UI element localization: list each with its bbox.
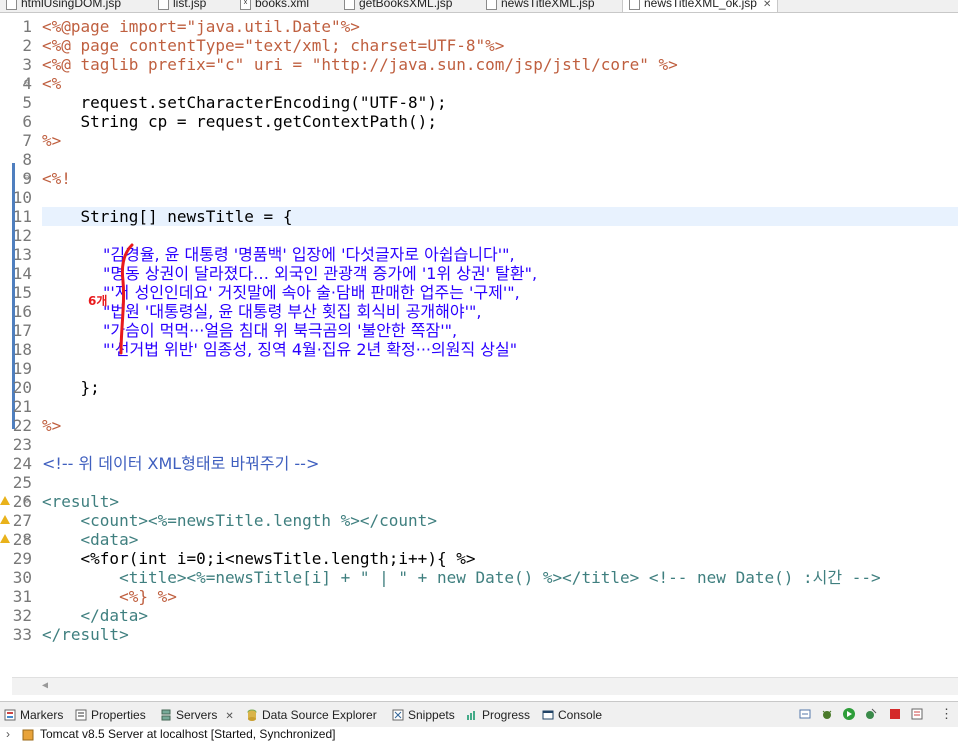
- jsp-file-icon: [6, 0, 17, 11]
- jsp-file-icon: [486, 0, 497, 11]
- collapse-all-icon[interactable]: [798, 707, 812, 721]
- bottom-panel-tabs: Markers Properties Servers ✕ Data Source …: [0, 701, 958, 727]
- annotation-bracket: [119, 243, 134, 355]
- server-list-row[interactable]: › Tomcat v8.5 Server at localhost [Start…: [0, 727, 958, 742]
- snippets-icon: [392, 709, 404, 721]
- tab-data-source-explorer[interactable]: Data Source Explorer: [246, 707, 377, 723]
- tomcat-server-icon: [22, 729, 34, 741]
- close-icon[interactable]: ✕: [225, 711, 233, 722]
- tab-progress[interactable]: Progress: [466, 707, 530, 723]
- tab-servers[interactable]: Servers ✕: [160, 707, 234, 723]
- code-editor[interactable]: 1 2 3 4 ⊖ 5 6 7 8 9 ⊖ 10 11 12 13 14 15 16…: [0, 13, 958, 677]
- horizontal-scrollbar[interactable]: ◀: [12, 677, 958, 695]
- tab-console[interactable]: Console: [542, 707, 602, 723]
- profile-icon[interactable]: [864, 707, 878, 721]
- annotation-label: 6개: [88, 294, 108, 308]
- server-status-label: Tomcat v8.5 Server at localhost [Started…: [40, 727, 336, 741]
- xml-file-icon: x: [240, 0, 251, 11]
- progress-icon: [467, 711, 475, 720]
- jsp-file-icon: [158, 0, 169, 11]
- tab-markers[interactable]: Markers: [4, 707, 63, 723]
- tab-snippets[interactable]: Snippets: [392, 707, 455, 723]
- start-server-icon[interactable]: [842, 707, 856, 721]
- tab-books-xml[interactable]: x books.xml: [240, 0, 309, 12]
- tab-newstitlexml-ok[interactable]: newsTitleXML_ok.jsp ✕: [622, 0, 779, 12]
- tab-getbooksxml[interactable]: getBooksXML.jsp: [344, 0, 452, 12]
- view-menu-icon[interactable]: ⋮: [940, 706, 953, 722]
- console-icon: [542, 710, 554, 720]
- tab-list[interactable]: list.jsp: [158, 0, 206, 12]
- data-source-icon: [247, 709, 257, 721]
- close-icon[interactable]: ✕: [763, 0, 771, 10]
- jsp-file-icon: [629, 0, 640, 11]
- stop-server-icon[interactable]: [888, 707, 902, 721]
- publish-icon[interactable]: [910, 707, 924, 721]
- properties-icon: [75, 709, 87, 721]
- markers-icon: [4, 709, 16, 721]
- expand-chevron-icon[interactable]: ›: [6, 727, 10, 742]
- tab-newstitlexml[interactable]: newsTitleXML.jsp: [486, 0, 595, 12]
- tab-properties[interactable]: Properties: [75, 707, 146, 723]
- debug-icon[interactable]: [820, 707, 834, 721]
- scroll-left-icon[interactable]: ◀: [42, 680, 48, 691]
- tab-htmlusingdom[interactable]: htmlUsingDOM.jsp: [6, 0, 121, 12]
- editor-tab-bar: htmlUsingDOM.jsp list.jsp x books.xml get…: [0, 0, 958, 13]
- jsp-file-icon: [344, 0, 355, 11]
- servers-icon: [161, 709, 171, 721]
